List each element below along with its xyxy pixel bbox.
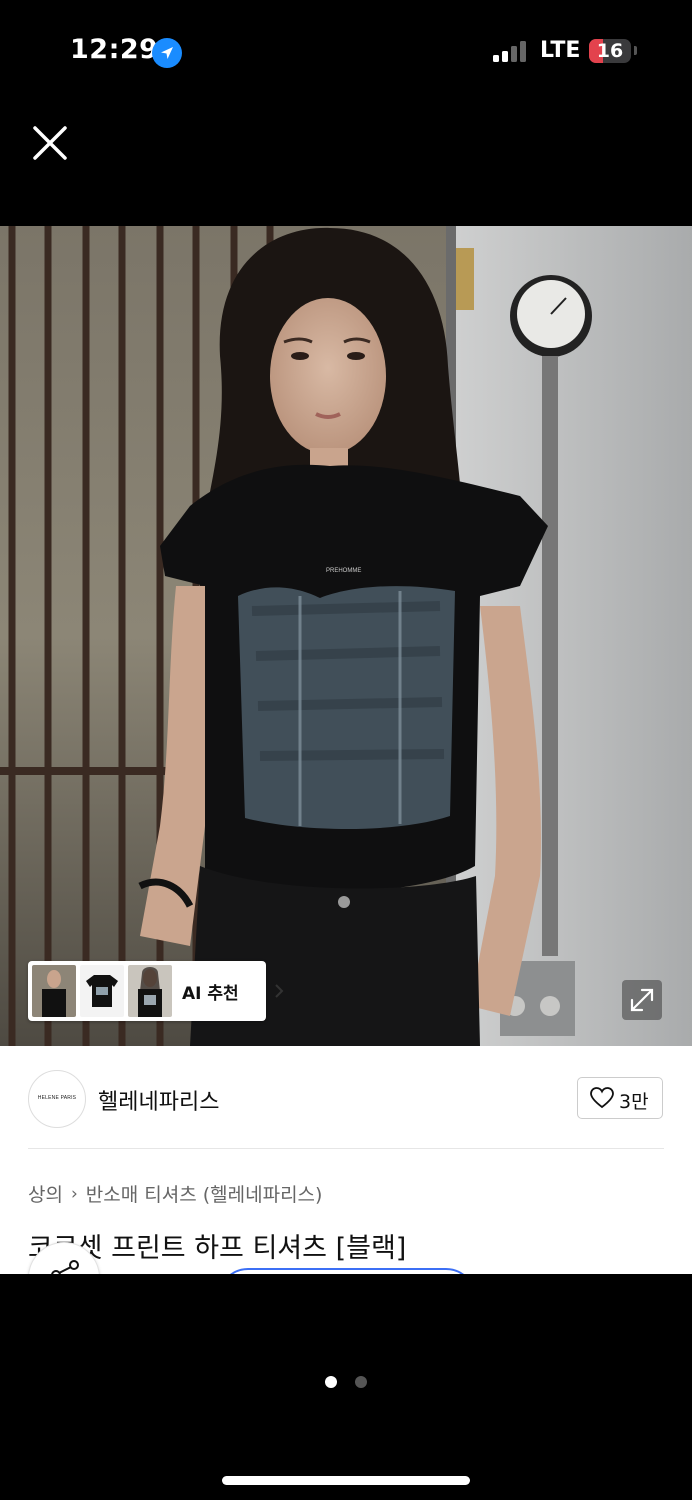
- ai-recommend-label: AI 추천: [182, 984, 239, 1004]
- home-indicator[interactable]: [222, 1476, 470, 1485]
- network-type: LTE: [540, 38, 581, 63]
- brand-name[interactable]: 헬레네파리스: [98, 1084, 219, 1116]
- ai-recommend-chip[interactable]: AI 추천: [28, 961, 284, 1021]
- recommend-thumbnail-3[interactable]: [128, 965, 172, 1017]
- breadcrumb-category[interactable]: 상의: [28, 1180, 63, 1207]
- chevron-right-icon: [275, 984, 284, 998]
- chevron-right-icon: ›: [70, 1183, 78, 1204]
- status-bar: 12:29 LTE 16: [0, 0, 692, 100]
- floating-action-button[interactable]: [218, 1268, 476, 1274]
- share-button[interactable]: [28, 1242, 100, 1274]
- recommend-thumbnail-1[interactable]: [32, 965, 76, 1017]
- signal-strength-icon: [493, 40, 527, 62]
- battery-icon: 16: [589, 39, 631, 63]
- close-icon: [33, 126, 67, 160]
- expand-button[interactable]: [622, 980, 662, 1020]
- breadcrumb-subcategory[interactable]: 반소매 티셔츠 (헬레네파리스): [86, 1180, 323, 1207]
- battery-tip: [634, 46, 637, 55]
- breadcrumb: 상의 › 반소매 티셔츠 (헬레네파리스): [28, 1180, 322, 1207]
- page-dot[interactable]: [355, 1376, 367, 1388]
- product-photo[interactable]: PREHOMME: [0, 226, 692, 1046]
- battery-level: 16: [596, 40, 624, 62]
- divider: [28, 1148, 664, 1149]
- brand-logo-text: HELENE PARIS: [37, 1095, 77, 1101]
- status-time: 12:29: [70, 34, 159, 65]
- heart-icon: [590, 1087, 614, 1109]
- location-arrow-icon: [152, 38, 182, 68]
- brand-like-button[interactable]: 3만: [577, 1077, 663, 1119]
- recommend-thumbnail-2[interactable]: [80, 965, 124, 1017]
- close-button[interactable]: [30, 123, 70, 163]
- brand-like-count: 3만: [619, 1091, 649, 1113]
- brand-logo[interactable]: HELENE PARIS: [28, 1070, 86, 1128]
- share-icon: [51, 1260, 79, 1274]
- page-dot-active[interactable]: [325, 1376, 337, 1388]
- product-info-sheet: HELENE PARIS 헬레네파리스 3만 상의 › 반소매 티셔츠 (헬레네파리…: [0, 1046, 692, 1274]
- shirt-print-text: PREHOMME: [326, 568, 361, 574]
- expand-icon: [630, 988, 654, 1012]
